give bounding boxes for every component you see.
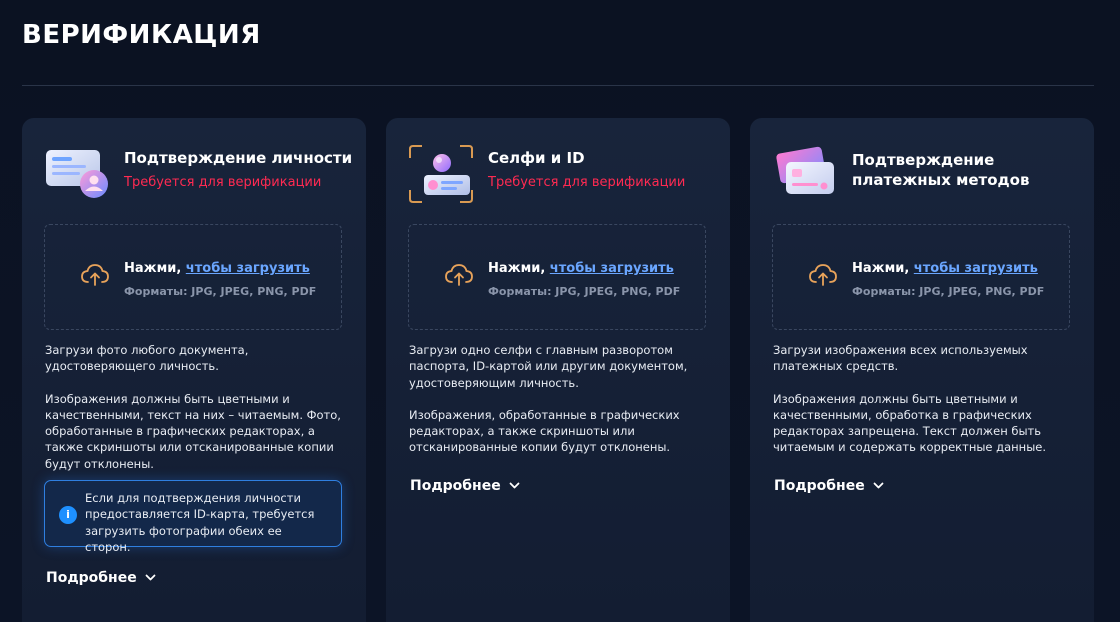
more-label: Подробнее [410,478,501,494]
upload-link[interactable]: чтобы загрузить [550,261,674,276]
description-paragraph: Загрузи фото любого документа, удостовер… [45,343,249,374]
card-payment: Подтверждение платежных методов Нажми, ч… [750,118,1094,622]
upload-dropzone[interactable]: Нажми, чтобы загрузить Форматы: JPG, JPE… [44,224,342,330]
chevron-down-icon [873,482,884,489]
upload-formats: Форматы: JPG, JPEG, PNG, PDF [488,285,681,298]
chevron-down-icon [509,482,520,489]
description-paragraph: Загрузи одно селфи с главным разворотом … [409,343,688,390]
more-label: Подробнее [46,570,137,586]
upload-prefix: Нажми, [488,261,550,276]
description-paragraph: Изображения должны быть цветными и качес… [45,391,341,471]
upload-label: Нажми, чтобы загрузить [852,261,1038,276]
info-notice: i Если для подтверждения личности предос… [44,480,342,554]
upload-link[interactable]: чтобы загрузить [186,261,310,276]
card-title: Селфи и ID [488,149,585,167]
card-description: Загрузи фото любого документа, удостовер… [45,342,345,488]
upload-label: Нажми, чтобы загрузить [488,261,674,276]
upload-formats: Форматы: JPG, JPEG, PNG, PDF [852,285,1045,298]
page-title: ВЕРИФИКАЦИЯ [22,20,261,50]
card-header: Подтверждение платежных методов [772,144,1082,204]
upload-formats: Форматы: JPG, JPEG, PNG, PDF [124,285,317,298]
upload-prefix: Нажми, [852,261,914,276]
payment-cards-icon [776,146,834,194]
id-document-icon [46,150,108,198]
cloud-upload-icon [445,264,473,286]
info-icon: i [59,506,77,524]
more-button[interactable]: Подробнее [410,478,520,494]
more-label: Подробнее [774,478,865,494]
upload-label: Нажми, чтобы загрузить [124,261,310,276]
upload-link[interactable]: чтобы загрузить [914,261,1038,276]
card-status: Требуется для верификации [124,175,322,190]
card-description: Загрузи изображения всех используемых пл… [773,342,1073,472]
cloud-upload-icon [809,264,837,286]
upload-dropzone[interactable]: Нажми, чтобы загрузить Форматы: JPG, JPE… [408,224,706,330]
description-paragraph: Загрузи изображения всех используемых пл… [773,343,1028,374]
card-selfie: Селфи и ID Требуется для верификации Наж… [386,118,730,622]
notice-text: Если для подтверждения личности предоста… [85,491,315,554]
card-title: Подтверждение личности [124,149,353,167]
cloud-upload-icon [81,264,109,286]
chevron-down-icon [145,574,156,581]
card-identity: Подтверждение личности Требуется для вер… [22,118,366,622]
upload-dropzone[interactable]: Нажми, чтобы загрузить Форматы: JPG, JPE… [772,224,1070,330]
more-button[interactable]: Подробнее [46,570,156,586]
card-status: Требуется для верификации [488,175,686,190]
divider [22,85,1094,86]
upload-prefix: Нажми, [124,261,186,276]
more-button[interactable]: Подробнее [774,478,884,494]
card-description: Загрузи одно селфи с главным разворотом … [409,342,709,472]
card-header: Селфи и ID Требуется для верификации [408,144,718,204]
verification-page: ВЕРИФИКАЦИЯ Подтверждение личности Требу… [0,0,1120,622]
card-header: Подтверждение личности Требуется для вер… [44,144,354,204]
description-paragraph: Изображения должны быть цветными и качес… [773,391,1047,455]
selfie-id-icon [409,145,473,203]
card-title: Подтверждение платежных методов [852,151,1030,189]
description-paragraph: Изображения, обработанные в графических … [409,407,680,455]
